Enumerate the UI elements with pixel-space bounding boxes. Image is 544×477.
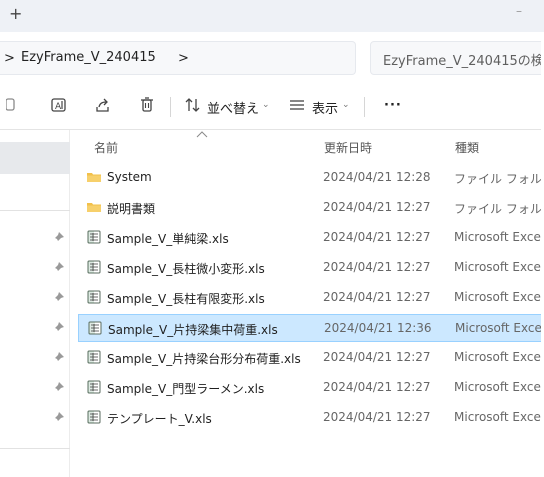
file-name: 説明書類 <box>107 202 156 216</box>
excel-file-icon <box>87 290 101 304</box>
excel-file-icon <box>87 380 101 394</box>
file-modified: 2024/04/21 12:36 <box>324 321 432 335</box>
folder-icon <box>87 173 101 182</box>
file-type: Microsoft Excel <box>454 350 544 364</box>
file-row[interactable]: 説明書類 2024/04/21 12:27 ファイル フォルダー <box>78 194 544 222</box>
toolbar-divider <box>364 97 365 117</box>
breadcrumb-chevron-icon[interactable]: > <box>4 51 15 66</box>
share-icon[interactable] <box>94 96 112 114</box>
column-header-modified[interactable]: 更新日時 <box>324 139 372 156</box>
file-name: Sample_V_片持梁台形分布荷重.xls <box>107 352 301 366</box>
file-modified: 2024/04/21 12:27 <box>323 380 431 394</box>
file-type: Microsoft Excel <box>454 410 544 424</box>
excel-file-icon <box>88 321 102 335</box>
nav-divider <box>0 210 70 211</box>
file-type: Microsoft Excel <box>454 380 544 394</box>
file-row[interactable]: System 2024/04/21 12:28 ファイル フォルダー <box>78 164 544 192</box>
file-name: Sample_V_長柱微小変形.xls <box>107 262 265 276</box>
address-row: > EzyFrame_V_240415 > EzyFrame_V_240415の… <box>0 32 544 84</box>
file-modified: 2024/04/21 12:27 <box>323 410 431 424</box>
file-type: ファイル フォルダー <box>454 202 544 216</box>
file-row[interactable]: テンプレート_V.xls 2024/04/21 12:27 Microsoft Ex… <box>78 404 544 432</box>
excel-file-icon <box>87 230 101 244</box>
file-name: Sample_V_片持梁集中荷重.xls <box>108 323 278 337</box>
pin-icon[interactable] <box>51 411 65 425</box>
file-type: Microsoft Excel <box>454 290 544 304</box>
pin-icon[interactable] <box>51 261 65 275</box>
toolbar-divider <box>170 97 171 117</box>
delete-icon[interactable] <box>138 96 156 114</box>
file-row[interactable]: Sample_V_門型ラーメン.xls 2024/04/21 12:27 Micro… <box>78 374 544 402</box>
search-placeholder: EzyFrame_V_240415の検索 <box>383 54 544 69</box>
file-modified: 2024/04/21 12:27 <box>323 260 431 274</box>
excel-file-icon <box>87 410 101 424</box>
nav-divider <box>0 448 70 449</box>
sort-button[interactable]: 並べ替え <box>207 98 259 117</box>
breadcrumb-folder[interactable]: EzyFrame_V_240415 <box>21 50 156 65</box>
view-icon[interactable] <box>288 96 306 114</box>
chevron-down-icon[interactable]: ⌄ <box>342 100 350 110</box>
excel-file-icon <box>87 260 101 274</box>
file-row[interactable]: Sample_V_単純梁.xls 2024/04/21 12:27 Microsof… <box>78 224 544 252</box>
pin-icon[interactable] <box>51 231 65 245</box>
more-options-button[interactable]: ··· <box>384 98 402 113</box>
column-header-type[interactable]: 種類 <box>455 139 479 156</box>
nav-selected-item[interactable] <box>0 142 70 174</box>
file-type: ファイル フォルダー <box>454 172 544 186</box>
breadcrumb-chevron-icon[interactable]: > <box>178 51 189 66</box>
file-row[interactable]: Sample_V_長柱有限変形.xls 2024/04/21 12:27 Micro… <box>78 284 544 312</box>
file-type: Microsoft Excel <box>454 260 544 274</box>
chevron-down-icon[interactable]: ⌄ <box>262 100 270 110</box>
svg-text:A: A <box>55 102 62 112</box>
file-type: Microsoft Excel <box>455 321 544 335</box>
view-button[interactable]: 表示 <box>312 98 338 117</box>
file-row[interactable]: Sample_V_長柱微小変形.xls 2024/04/21 12:27 Micro… <box>78 254 544 282</box>
sort-icon[interactable] <box>184 96 202 114</box>
file-modified: 2024/04/21 12:27 <box>323 350 431 364</box>
file-name: Sample_V_門型ラーメン.xls <box>107 382 265 396</box>
file-modified: 2024/04/21 12:27 <box>323 290 431 304</box>
pin-icon[interactable] <box>51 351 65 365</box>
new-tab-button[interactable]: + <box>9 3 22 25</box>
file-name: テンプレート_V.xls <box>107 412 212 426</box>
pin-icon[interactable] <box>51 291 65 305</box>
minimize-button[interactable]: – <box>516 4 522 18</box>
rename-icon[interactable]: A <box>50 96 68 114</box>
file-modified: 2024/04/21 12:27 <box>323 200 431 214</box>
address-bar[interactable]: > EzyFrame_V_240415 > <box>0 41 356 75</box>
command-bar: A 並べ替え ⌄ 表示 ⌄ ··· <box>0 84 544 130</box>
file-modified: 2024/04/21 12:28 <box>323 170 431 184</box>
excel-file-icon <box>87 350 101 364</box>
file-name: Sample_V_長柱有限変形.xls <box>107 292 265 306</box>
file-name: Sample_V_単純梁.xls <box>107 232 229 246</box>
search-box[interactable]: EzyFrame_V_240415の検索 <box>370 41 544 75</box>
pin-icon[interactable] <box>51 381 65 395</box>
file-type: Microsoft Excel <box>454 230 544 244</box>
title-bar: + – <box>0 0 544 32</box>
file-name: System <box>107 170 152 184</box>
sort-ascending-icon <box>196 131 208 138</box>
file-row[interactable]: Sample_V_片持梁台形分布荷重.xls 2024/04/21 12:27 Mi… <box>78 344 544 372</box>
file-modified: 2024/04/21 12:27 <box>323 230 431 244</box>
column-header-name[interactable]: 名前 <box>94 139 118 156</box>
pin-icon[interactable] <box>51 321 65 335</box>
copy-icon[interactable] <box>6 96 24 114</box>
file-row[interactable]: Sample_V_片持梁集中荷重.xls 2024/04/21 12:36 Micr… <box>78 314 544 342</box>
folder-icon <box>87 203 101 212</box>
